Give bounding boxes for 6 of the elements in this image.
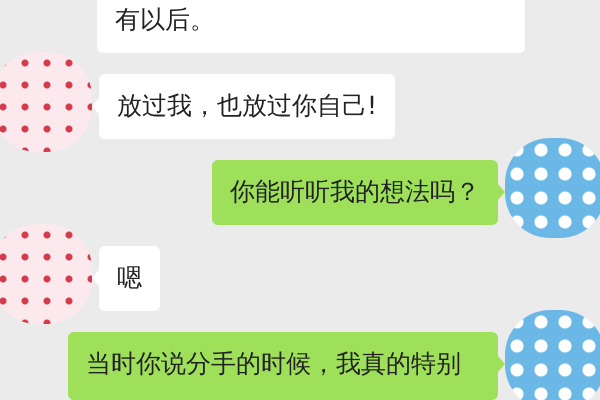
message-bubble: 放过我，也放过你自己! [99,74,396,139]
message-bubble: 嗯 [99,246,160,311]
message-bubble: 有以后。 [97,0,525,53]
message-bubble: 当时你说分手的时候，我真的特别 [68,332,498,400]
message-bubble: 你能听听我的想法吗？ [212,160,498,225]
avatar-picture[interactable] [505,310,600,400]
